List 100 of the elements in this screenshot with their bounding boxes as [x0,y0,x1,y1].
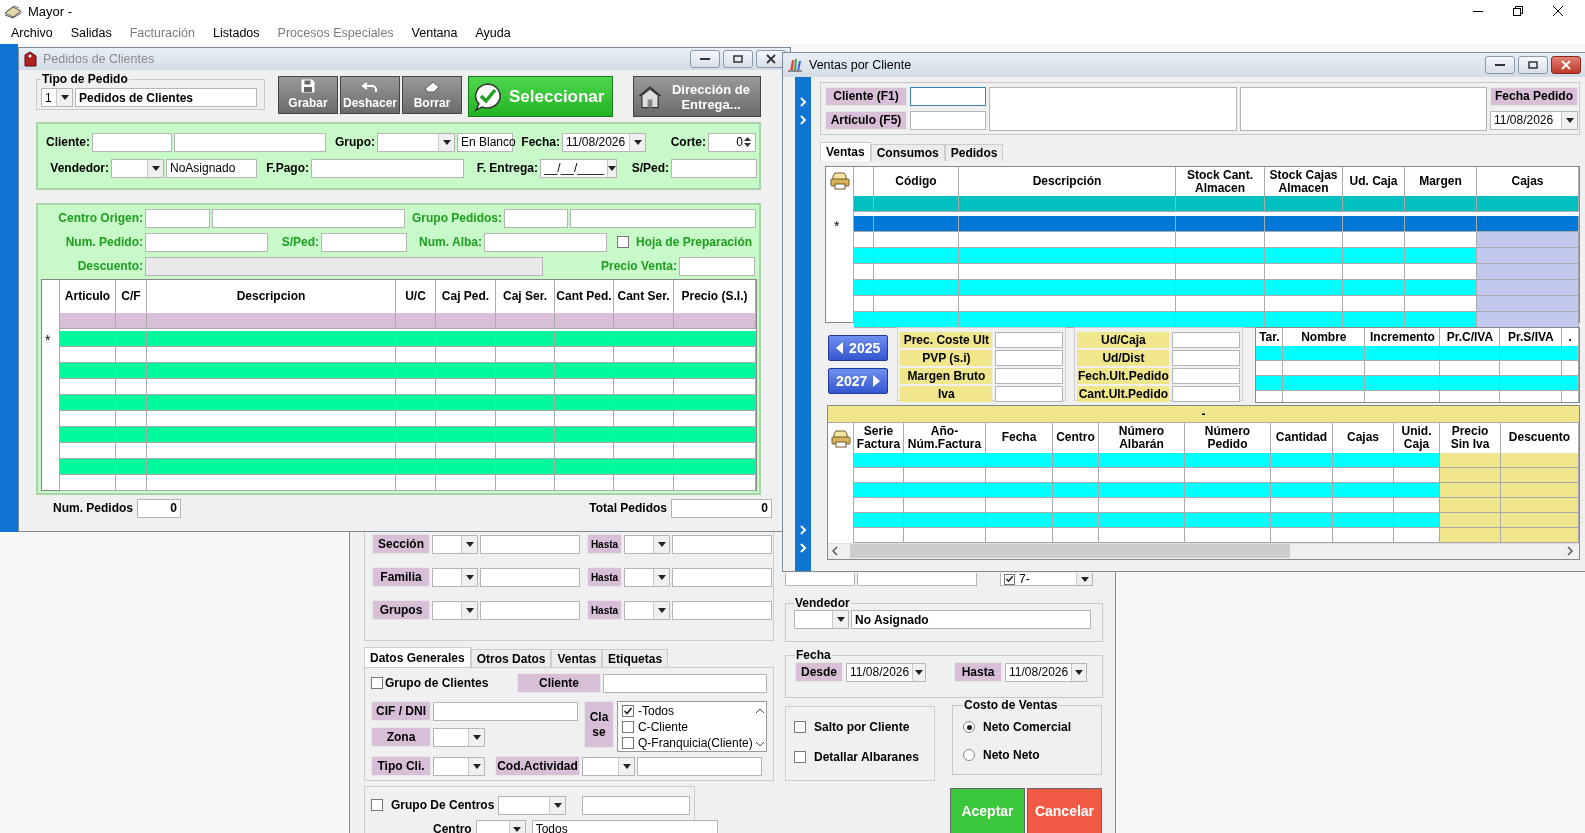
menu-item[interactable]: Salidas [61,26,121,40]
text-field[interactable] [1172,332,1241,348]
scroll-left-icon[interactable] [832,546,838,557]
dropdown[interactable]: 11/08/2026 [846,662,926,682]
text-field[interactable] [582,795,691,815]
maximize-button[interactable] [1518,56,1548,74]
tab[interactable]: Pedidos [944,144,1004,161]
dropdown[interactable]: __/__/____ [540,158,617,178]
text-field[interactable] [672,567,772,587]
close-button[interactable] [1551,56,1581,74]
text-field[interactable] [433,701,578,721]
text-field[interactable] [857,573,977,586]
text-field[interactable] [1172,368,1241,384]
list-box[interactable]: -Todos C-Cliente Q-Franquicia(Cliente) [617,701,767,752]
text-field[interactable] [1172,386,1241,402]
dropdown[interactable]: 11/08/2026 [1005,662,1087,682]
menu-item[interactable]: Listados [204,26,269,40]
scroll-right-icon[interactable] [1567,546,1573,557]
tab[interactable]: Consumos [870,144,945,161]
text-field[interactable] [480,534,580,554]
checkbox[interactable] [622,704,634,717]
dropdown[interactable]: 7- [1000,573,1093,586]
text-field[interactable] [311,158,464,178]
text-field[interactable]: Pedidos de Clientes [75,88,257,107]
text-field[interactable] [672,534,772,554]
text-field[interactable] [1240,87,1487,131]
dropdown[interactable]: 1 [41,88,73,107]
text-field[interactable] [145,208,210,228]
undo-icon [362,81,378,93]
text-field[interactable] [995,386,1064,402]
text-field[interactable] [672,600,772,620]
field-label: Cliente: [45,135,90,149]
toolbar-button[interactable]: Borrar [402,76,462,114]
menu-item[interactable]: Ayuda [466,26,520,40]
text-field[interactable] [671,158,757,178]
text-field[interactable]: En Blanco [457,132,513,152]
scroll-up-icon[interactable] [756,708,764,713]
text-field[interactable] [1172,350,1241,366]
text-field[interactable] [995,332,1064,348]
text-field[interactable] [637,756,762,776]
field-label: Total Pedidos [589,501,667,515]
checkbox[interactable] [371,677,383,689]
checkbox[interactable] [617,236,629,248]
dropdown[interactable] [475,819,526,833]
checkbox[interactable] [794,751,806,763]
text-field[interactable] [989,87,1237,131]
maximize-button[interactable] [723,50,753,68]
menu-item[interactable]: Ventana [402,26,467,40]
minimize-button[interactable] [690,50,720,68]
text-field[interactable] [679,256,755,276]
tab[interactable]: Otros Datos [470,649,552,667]
scroll-down-icon[interactable] [756,742,764,747]
tab[interactable]: Ventas [820,142,871,161]
text-field[interactable] [785,573,855,586]
address-button[interactable]: Dirección de Entrega... [633,76,761,117]
restore-icon[interactable] [1513,6,1523,16]
spin-field[interactable]: 0 [708,132,756,152]
text-field[interactable] [145,232,268,252]
checkbox[interactable] [794,721,806,733]
text-field[interactable] [603,673,767,693]
close-icon[interactable] [1553,6,1563,16]
text-field[interactable]: NoAsignado [166,158,257,178]
text-field[interactable] [995,350,1064,366]
text-field[interactable] [484,232,607,252]
checkbox[interactable] [622,720,634,733]
radio-button[interactable] [963,721,975,733]
dropdown[interactable]: 11/08/2026 [1490,110,1578,130]
text-field[interactable]: 0 [671,498,772,518]
field-label: Sección [372,534,430,554]
checkbox[interactable] [622,736,634,749]
text-field[interactable] [995,368,1064,384]
dropdown[interactable]: 11/08/2026 [562,132,646,152]
checkbox[interactable] [1004,573,1015,585]
text-field[interactable] [570,208,756,228]
tab[interactable]: Etiquetas [602,649,669,667]
text-field[interactable] [480,567,580,587]
next-year-button[interactable]: 2027 [828,368,889,394]
text-field[interactable] [145,256,543,276]
checkbox[interactable] [371,799,383,811]
text-field[interactable] [910,87,986,106]
tab[interactable]: Ventas [551,649,603,667]
close-icon [766,54,776,64]
previous-year-button[interactable]: 2025 [828,335,889,361]
text-field[interactable] [92,132,172,152]
restore-icon [1528,61,1538,69]
text-field[interactable] [910,110,986,130]
text-field[interactable] [212,208,405,228]
text-field[interactable] [174,132,326,152]
text-field[interactable]: 0 [137,498,181,518]
toolbar-button[interactable]: Grabar [278,76,338,114]
text-field[interactable] [504,208,568,228]
toolbar-button[interactable]: Deshacer [340,76,400,114]
tab[interactable]: Datos Generales [364,647,471,667]
menu-item[interactable]: Archivo [2,26,62,40]
radio-button[interactable] [963,749,975,761]
text-field[interactable] [321,232,407,252]
text-field[interactable]: Todos [531,819,718,833]
minimize-button[interactable] [1485,56,1515,74]
text-field[interactable] [480,600,580,620]
text-field[interactable]: No Asignado [851,610,1091,629]
